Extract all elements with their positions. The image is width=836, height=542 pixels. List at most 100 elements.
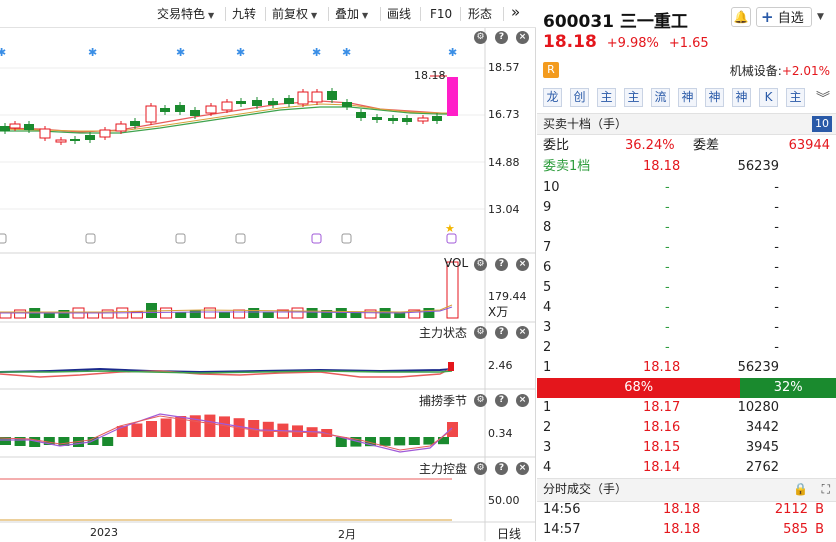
gear-icon[interactable]: ⚙ <box>474 394 487 407</box>
r-badge[interactable]: R <box>543 62 559 78</box>
change-percent: +9.98% <box>606 36 659 51</box>
close-icon[interactable]: × <box>516 31 529 44</box>
help-icon[interactable]: ? <box>495 258 508 271</box>
feature-chip[interactable]: 神 <box>678 88 697 107</box>
tick-volume: 2112 <box>774 502 808 517</box>
signal-marker-icon: ✱ <box>342 46 351 59</box>
feature-chip[interactable]: 主 <box>786 88 805 107</box>
help-icon[interactable]: ? <box>495 31 508 44</box>
tick-row[interactable]: 14:57 18.18 585 B <box>537 520 836 540</box>
gear-icon[interactable]: ⚙ <box>474 31 487 44</box>
tick-volume: 585 <box>783 522 808 537</box>
ratio-value: 36.24% <box>625 138 675 153</box>
tick-row[interactable]: 14:56 18.18 2112 B <box>537 500 836 520</box>
feature-chip[interactable]: 创 <box>570 88 589 107</box>
star-icon: ★ <box>445 222 455 235</box>
feature-chip[interactable]: 龙 <box>543 88 562 107</box>
season-bar <box>447 422 458 437</box>
ask-row[interactable]: 6 - - <box>537 258 836 278</box>
signal-marker-icon: ✱ <box>448 46 457 59</box>
candle <box>372 117 382 120</box>
ask-row[interactable]: 5 - - <box>537 278 836 298</box>
close-icon[interactable]: × <box>516 258 529 271</box>
gear-icon[interactable]: ⚙ <box>474 258 487 271</box>
bid-volume: 3945 <box>745 440 779 455</box>
ask-row[interactable]: 3 - - <box>537 318 836 338</box>
season-bar <box>102 437 114 446</box>
volume-bar <box>335 308 347 318</box>
volume-bar <box>233 309 246 319</box>
season-bar <box>394 437 406 446</box>
volume-bar <box>14 309 27 319</box>
season-bar <box>379 437 391 446</box>
close-icon[interactable]: × <box>516 462 529 475</box>
caret-down-icon[interactable]: ▼ <box>817 7 831 27</box>
ratio-row: 委比 36.24% 委差 63944 <box>537 136 836 156</box>
ask-level: 5 <box>543 280 552 295</box>
main-force-value: 2.46 <box>488 359 513 372</box>
main-force-bar <box>448 362 454 371</box>
lock-icon[interactable]: 🔒 <box>793 479 808 499</box>
help-icon[interactable]: ? <box>495 462 508 475</box>
volume-bar <box>219 312 230 318</box>
period-selector[interactable]: 日线 <box>497 525 521 542</box>
feature-chip[interactable]: 神 <box>732 88 751 107</box>
ask-row[interactable]: 4 - - <box>537 298 836 318</box>
gear-icon[interactable]: ⚙ <box>474 326 487 339</box>
event-icon <box>235 233 246 244</box>
ask-row[interactable]: 10 - - <box>537 178 836 198</box>
ask-level: 7 <box>543 240 552 255</box>
feature-chip[interactable]: 主 <box>597 88 616 107</box>
tick-time: 14:56 <box>543 502 581 517</box>
bid-row[interactable]: 2 18.16 3442 <box>537 418 836 438</box>
price-line: 18.18 +9.98% +1.65 <box>543 32 709 52</box>
candle <box>284 98 294 104</box>
add-watchlist-button[interactable]: + 自选 <box>756 7 812 27</box>
ask-row[interactable]: 8 - - <box>537 218 836 238</box>
double-chevron-down-icon[interactable]: ︾ <box>816 88 830 108</box>
ask-row[interactable]: 7 - - <box>537 238 836 258</box>
season-bar <box>146 421 157 437</box>
close-icon[interactable]: × <box>516 394 529 407</box>
volume-bar <box>203 307 216 319</box>
chart-area[interactable]: 交易特色 ▼ 九转 前复权 ▼ 叠加 ▼ 画线 F10 形态 » ✱ ✱ ✱ ✱… <box>0 0 536 541</box>
volume-bar <box>160 307 173 319</box>
sell1-volume: 56239 <box>737 159 779 174</box>
event-icon <box>446 233 457 244</box>
volume-bar <box>262 312 274 318</box>
bid-row[interactable]: 4 18.14 2762 <box>537 458 836 478</box>
feature-chip[interactable]: K <box>759 88 778 107</box>
close-icon[interactable]: × <box>516 326 529 339</box>
season-bar <box>438 437 449 445</box>
vol-value: 179.44 <box>488 290 527 303</box>
bid-level: 2 <box>543 420 552 435</box>
feature-chip[interactable]: 神 <box>705 88 724 107</box>
bid-row[interactable]: 3 18.15 3945 <box>537 438 836 458</box>
ask-row[interactable]: 9 - - <box>537 198 836 218</box>
event-icon <box>0 233 7 244</box>
feature-chip[interactable]: 流 <box>651 88 670 107</box>
event-icon <box>175 233 186 244</box>
bell-icon[interactable]: 🔔 <box>731 7 751 27</box>
ask-row[interactable]: 1 18.18 56239 <box>537 358 836 378</box>
gear-icon[interactable]: ⚙ <box>474 462 487 475</box>
help-icon[interactable]: ? <box>495 394 508 407</box>
ask-level: 8 <box>543 220 552 235</box>
ask-volume: - <box>774 280 779 295</box>
volume-bar <box>189 310 201 318</box>
bid-row[interactable]: 1 18.17 10280 <box>537 398 836 418</box>
sell1-price: 18.18 <box>643 159 681 174</box>
bid-volume: 3442 <box>745 420 779 435</box>
ratio-label: 委比 <box>543 138 570 153</box>
expand-icon[interactable]: ⛶ <box>822 479 830 499</box>
feature-chip[interactable]: 主 <box>624 88 643 107</box>
sector-info[interactable]: 机械设备:+2.01% <box>730 62 830 79</box>
stock-name: 三一重工 <box>619 12 688 32</box>
candle <box>130 121 140 126</box>
tick-price: 18.18 <box>663 502 701 517</box>
diff-label: 委差 <box>693 138 720 153</box>
candle <box>268 101 278 105</box>
help-icon[interactable]: ? <box>495 326 508 339</box>
level-count-badge[interactable]: 10 <box>812 116 832 132</box>
ask-row[interactable]: 2 - - <box>537 338 836 358</box>
